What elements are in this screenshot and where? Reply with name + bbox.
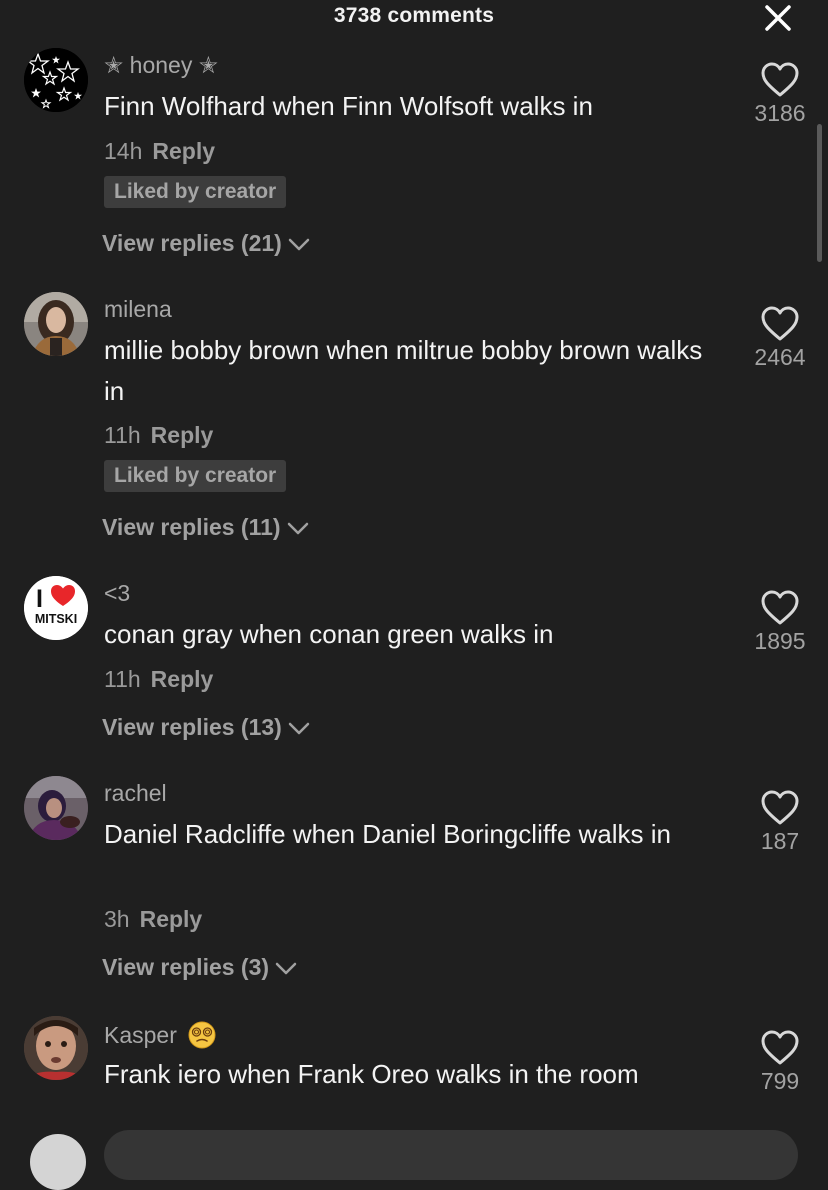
reply-button[interactable]: Reply xyxy=(152,138,215,164)
heart-icon[interactable] xyxy=(760,1030,800,1066)
comment-text: conan gray when conan green walks in xyxy=(104,619,554,649)
view-replies-label: View replies (21) xyxy=(102,230,282,256)
like-column: 2464 xyxy=(740,306,820,371)
view-replies-button[interactable]: View replies (11) xyxy=(102,514,309,541)
like-column: 3186 xyxy=(740,62,820,127)
reply-button[interactable]: Reply xyxy=(151,666,214,692)
like-count: 799 xyxy=(760,1068,800,1094)
view-replies-label: View replies (13) xyxy=(102,714,282,740)
heart-icon[interactable] xyxy=(760,306,800,342)
chevron-down-icon xyxy=(287,522,308,535)
add-comment-input[interactable] xyxy=(104,1130,798,1180)
like-count: 1895 xyxy=(754,628,806,654)
avatar[interactable] xyxy=(24,776,88,840)
comment-text: Frank iero when Frank Oreo walks in the … xyxy=(104,1059,639,1089)
svg-text:MITSKI: MITSKI xyxy=(35,612,77,626)
comment-meta: 3h Reply xyxy=(104,906,202,933)
avatar[interactable] xyxy=(24,1016,88,1080)
comment-username[interactable]: Kasper xyxy=(104,1020,217,1050)
comment-timestamp: 3h xyxy=(104,906,130,932)
svg-text:I: I xyxy=(36,585,43,613)
heart-icon[interactable] xyxy=(760,62,800,98)
like-count: 2464 xyxy=(754,344,806,370)
comment-meta: 14h Reply xyxy=(104,138,215,165)
comments-header: 3738 comments xyxy=(0,0,828,40)
view-replies-button[interactable]: View replies (21) xyxy=(102,230,310,257)
scrollbar[interactable] xyxy=(817,124,822,262)
view-replies-label: View replies (11) xyxy=(102,514,281,540)
avatar[interactable] xyxy=(24,48,88,112)
photo-avatar-icon xyxy=(24,1016,88,1080)
comment-text: Daniel Radcliffe when Daniel Boringcliff… xyxy=(104,819,671,849)
view-replies-label: View replies (3) xyxy=(102,954,270,980)
photo-avatar-icon xyxy=(24,292,88,356)
comment-text: Finn Wolfhard when Finn Wolfsoft walks i… xyxy=(104,91,593,121)
avatar[interactable] xyxy=(24,292,88,356)
liked-by-creator-badge: Liked by creator xyxy=(104,460,287,492)
comment-timestamp: 14h xyxy=(104,138,143,164)
chevron-down-icon xyxy=(275,962,297,975)
reply-button[interactable]: Reply xyxy=(140,906,203,932)
comment-username[interactable]: rachel xyxy=(104,780,167,807)
like-column: 799 xyxy=(740,1030,820,1095)
heart-icon[interactable] xyxy=(760,590,800,626)
comment-username-label: Kasper xyxy=(104,1022,177,1048)
comment-username[interactable]: ✭ honey ✭ xyxy=(104,52,218,79)
like-column: 1895 xyxy=(740,590,820,655)
like-column: 187 xyxy=(740,790,820,855)
comment-timestamp: 11h xyxy=(104,422,141,448)
chevron-down-icon xyxy=(288,722,310,735)
heart-icon[interactable] xyxy=(760,790,800,826)
chevron-down-icon xyxy=(288,238,310,251)
comment-username[interactable]: <3 xyxy=(104,580,130,607)
like-count: 187 xyxy=(760,828,800,854)
comment-username[interactable]: milena xyxy=(104,296,172,323)
view-replies-button[interactable]: View replies (3) xyxy=(102,954,297,981)
like-count: 3186 xyxy=(754,100,806,126)
avatar[interactable]: I MITSKI xyxy=(24,576,88,640)
dizzy-face-emoji-icon xyxy=(188,1021,216,1049)
current-user-avatar xyxy=(30,1134,86,1190)
comment-input-bar xyxy=(0,1112,828,1190)
photo-avatar-icon xyxy=(24,776,88,840)
comment-timestamp: 11h xyxy=(104,666,141,692)
reply-button[interactable]: Reply xyxy=(151,422,214,448)
view-replies-button[interactable]: View replies (13) xyxy=(102,714,310,741)
liked-by-creator-badge: Liked by creator xyxy=(104,176,287,208)
comment-text: millie bobby brown when miltrue bobby br… xyxy=(104,335,703,406)
stars-avatar-icon xyxy=(24,48,88,112)
i-heart-mitski-avatar-icon: I MITSKI xyxy=(24,576,88,640)
comment-meta: 11h Reply xyxy=(104,422,213,449)
comment-meta: 11h Reply xyxy=(104,666,213,693)
close-icon[interactable] xyxy=(762,2,794,34)
comments-count-title: 3738 comments xyxy=(333,4,495,27)
